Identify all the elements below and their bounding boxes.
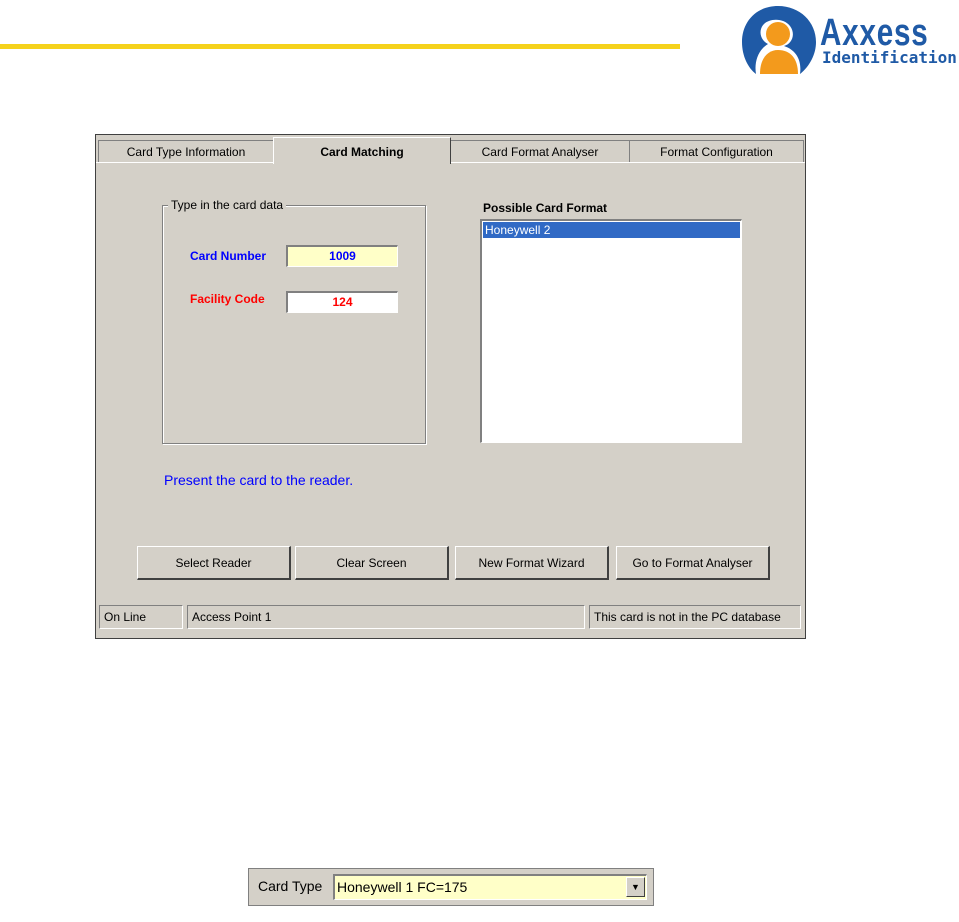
card-data-group bbox=[162, 205, 426, 444]
facility-code-field[interactable]: 124 bbox=[286, 291, 398, 313]
list-item[interactable]: Honeywell 2 bbox=[483, 222, 740, 238]
person-logo-icon bbox=[742, 6, 816, 74]
tab-card-matching[interactable]: Card Matching bbox=[273, 137, 451, 164]
tab-card-type-information[interactable]: Card Type Information bbox=[98, 140, 274, 162]
button-label: New Format Wizard bbox=[478, 556, 585, 570]
chevron-down-icon[interactable]: ▼ bbox=[626, 877, 645, 897]
possible-card-format-title: Possible Card Format bbox=[483, 201, 608, 215]
tab-label: Card Format Analyser bbox=[481, 145, 599, 159]
status-database: This card is not in the PC database bbox=[589, 605, 801, 629]
instruction-message: Present the card to the reader. bbox=[164, 472, 354, 488]
possible-card-format-list[interactable]: Honeywell 2 bbox=[480, 219, 742, 443]
button-label: Go to Format Analyser bbox=[632, 556, 753, 570]
group-title: Type in the card data bbox=[168, 198, 287, 212]
status-access-point: Access Point 1 bbox=[187, 605, 585, 629]
select-reader-button[interactable]: Select Reader bbox=[137, 546, 291, 580]
tab-format-configuration[interactable]: Format Configuration bbox=[629, 140, 804, 162]
tab-card-format-analyser[interactable]: Card Format Analyser bbox=[450, 140, 630, 162]
clear-screen-button[interactable]: Clear Screen bbox=[295, 546, 449, 580]
card-number-label: Card Number bbox=[190, 249, 267, 263]
logo-subtitle: Identification bbox=[822, 48, 957, 67]
axxess-logo: Axxess Identification bbox=[738, 0, 959, 80]
logo-wordmark: Axxess bbox=[820, 12, 929, 54]
tab-label: Format Configuration bbox=[660, 145, 773, 159]
card-type-label: Card Type bbox=[258, 878, 323, 894]
card-number-field[interactable]: 1009 bbox=[286, 245, 398, 267]
card-type-panel: Card Type Honeywell 1 FC=175 ▼ bbox=[248, 868, 654, 906]
card-matching-dialog: Card Type Information Card Matching Card… bbox=[95, 134, 806, 639]
status-connection: On Line bbox=[99, 605, 183, 629]
card-type-value: Honeywell 1 FC=175 bbox=[337, 879, 468, 895]
facility-code-label: Facility Code bbox=[190, 292, 265, 306]
header-accent-line bbox=[0, 44, 680, 49]
tab-label: Card Matching bbox=[320, 145, 404, 159]
new-format-wizard-button[interactable]: New Format Wizard bbox=[455, 546, 609, 580]
go-to-format-analyser-button[interactable]: Go to Format Analyser bbox=[616, 546, 770, 580]
card-type-dropdown[interactable]: Honeywell 1 FC=175 ▼ bbox=[333, 874, 647, 900]
tab-label: Card Type Information bbox=[126, 145, 246, 159]
button-label: Select Reader bbox=[175, 556, 252, 570]
button-label: Clear Screen bbox=[336, 556, 407, 570]
